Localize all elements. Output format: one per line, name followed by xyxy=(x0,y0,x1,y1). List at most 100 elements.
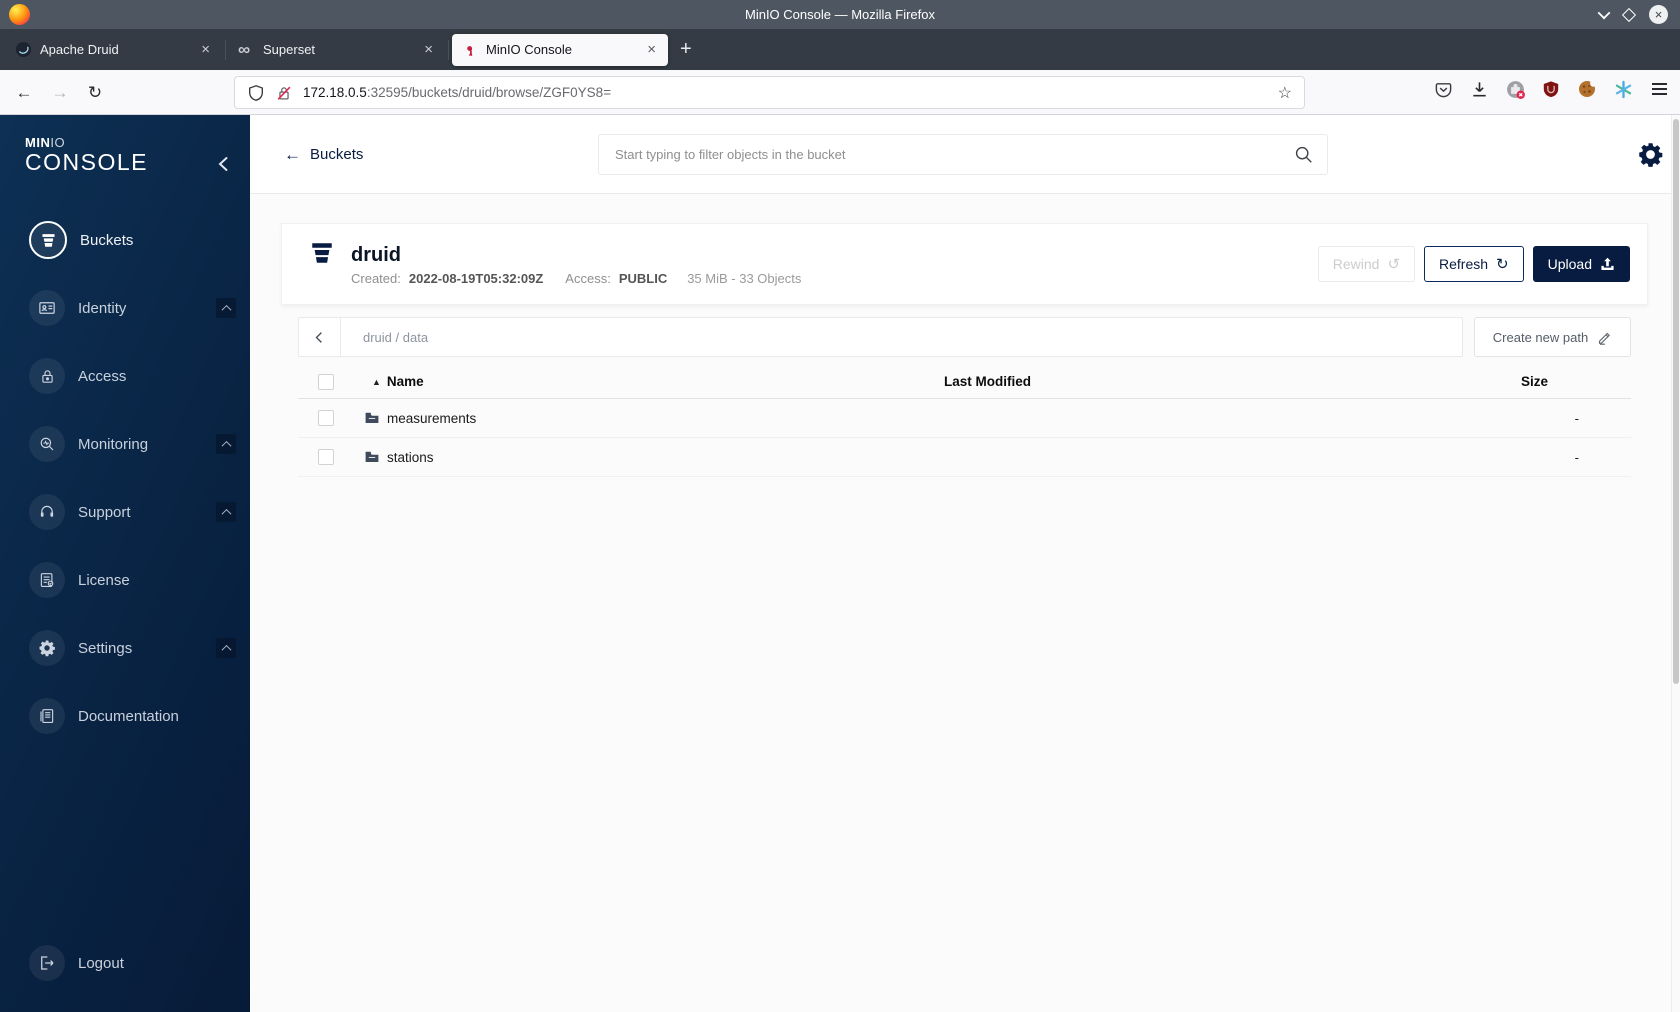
sidebar-item-label: Settings xyxy=(78,639,133,657)
tab-label: Superset xyxy=(263,42,316,57)
extension-icon[interactable] xyxy=(1504,78,1526,100)
bucket-stats: 35 MiB - 33 Objects xyxy=(687,271,802,286)
identity-icon xyxy=(29,290,65,326)
sidebar-item-monitoring[interactable]: Monitoring xyxy=(0,410,250,478)
settings-gear-icon xyxy=(29,630,65,666)
sidebar-nav: Buckets Identity Access Monitoring Suppo… xyxy=(0,206,250,750)
rewind-button[interactable]: Rewind ↺ xyxy=(1317,246,1416,282)
table-row[interactable]: measurements - xyxy=(298,399,1631,438)
back-to-buckets-link[interactable]: ← Buckets xyxy=(284,115,363,194)
insecure-lock-icon[interactable] xyxy=(275,84,293,102)
minio-flamingo-icon xyxy=(467,46,473,56)
tab-label: MinIO Console xyxy=(486,42,572,57)
create-new-path-button[interactable]: Create new path xyxy=(1474,317,1631,357)
reload-button[interactable]: ↻ xyxy=(81,79,109,107)
create-path-icon xyxy=(1599,332,1611,345)
sidebar-item-license[interactable]: License xyxy=(0,546,250,614)
sidebar-collapse-icon[interactable] xyxy=(216,155,230,173)
refresh-label: Refresh xyxy=(1439,256,1489,272)
refresh-button[interactable]: Refresh ↻ xyxy=(1424,246,1524,282)
window-minimize-icon[interactable] xyxy=(1597,6,1611,19)
scrollbar-thumb[interactable] xyxy=(1673,119,1679,684)
superset-icon: ∞ xyxy=(238,40,251,59)
object-name[interactable]: measurements xyxy=(387,411,476,426)
column-header-name[interactable]: Name xyxy=(387,374,424,389)
column-header-last-modified[interactable]: Last Modified xyxy=(944,374,1461,389)
select-all-checkbox[interactable] xyxy=(318,373,334,390)
window-maximize-icon[interactable] xyxy=(1621,7,1637,22)
url-bar[interactable]: 172.18.0.5:32595/buckets/druid/browse/ZG… xyxy=(234,76,1305,109)
chevron-up-icon[interactable] xyxy=(216,638,236,658)
object-name[interactable]: stations xyxy=(387,450,434,465)
chevron-up-icon[interactable] xyxy=(216,502,236,522)
back-button[interactable]: ← xyxy=(10,79,38,107)
sidebar-item-access[interactable]: Access xyxy=(0,342,250,410)
url-path: :32595/buckets/druid/browse/ZGF0YS8= xyxy=(366,85,612,100)
documentation-icon xyxy=(29,698,65,734)
sidebar-item-label: Access xyxy=(78,367,127,385)
table-row[interactable]: stations - xyxy=(298,438,1631,477)
upload-icon xyxy=(1601,257,1614,270)
objects-table: ▲ Name Last Modified Size measurements -… xyxy=(298,365,1631,477)
tracking-shield-icon[interactable] xyxy=(247,84,265,102)
sidebar-item-support[interactable]: Support xyxy=(0,478,250,546)
druid-icon xyxy=(15,41,32,58)
back-label: Buckets xyxy=(310,146,364,163)
asterisk-extension-icon[interactable] xyxy=(1612,78,1634,100)
main-content: ← Buckets druid Created: xyxy=(250,115,1680,1012)
sidebar-item-identity[interactable]: Identity xyxy=(0,274,250,342)
chevron-left-icon xyxy=(315,331,322,343)
upload-button[interactable]: Upload xyxy=(1532,246,1630,282)
pocket-icon[interactable] xyxy=(1432,78,1454,100)
breadcrumb-path[interactable]: druid / data xyxy=(341,330,428,345)
sidebar-item-label: Buckets xyxy=(80,231,134,249)
chevron-up-icon[interactable] xyxy=(216,434,236,454)
monitoring-icon xyxy=(29,426,65,462)
sidebar-item-buckets[interactable]: Buckets xyxy=(0,206,250,274)
forward-button[interactable]: → xyxy=(46,79,74,107)
tab-close-icon[interactable]: × xyxy=(198,41,213,58)
path-breadcrumb-box: druid / data xyxy=(298,317,1463,357)
object-size: - xyxy=(1574,449,1579,465)
tab-close-icon[interactable]: × xyxy=(644,41,659,58)
sidebar-item-settings[interactable]: Settings xyxy=(0,614,250,682)
url-host: 172.18.0.5 xyxy=(303,85,367,100)
sidebar-item-documentation[interactable]: Documentation xyxy=(0,682,250,750)
downloads-icon[interactable] xyxy=(1468,78,1490,100)
tab-minio-console[interactable]: MinIO Console × xyxy=(452,33,668,66)
chevron-up-icon[interactable] xyxy=(216,298,236,318)
path-back-button[interactable] xyxy=(299,318,341,356)
gear-icon[interactable] xyxy=(1637,141,1664,168)
sidebar-item-label: Identity xyxy=(78,299,127,317)
tab-apache-druid[interactable]: Apache Druid × xyxy=(6,34,222,66)
sidebar-item-label: Documentation xyxy=(78,707,179,725)
browser-toolbar: ← → ↻ 172.18.0.5:32595/buckets/druid/bro… xyxy=(0,70,1680,115)
tab-close-icon[interactable]: × xyxy=(421,41,436,58)
page-scrollbar[interactable] xyxy=(1671,115,1680,1012)
sidebar-item-logout[interactable]: Logout xyxy=(0,929,250,997)
search-input[interactable] xyxy=(613,146,1294,163)
bucket-icon xyxy=(29,221,67,259)
bucket-icon xyxy=(312,243,332,263)
row-checkbox[interactable] xyxy=(318,410,334,426)
minio-console-logo: MINIO CONSOLE xyxy=(25,136,148,175)
ublock-icon[interactable] xyxy=(1540,78,1562,100)
new-tab-button[interactable]: + xyxy=(668,38,704,61)
window-close-icon[interactable]: × xyxy=(1649,5,1668,24)
folder-icon xyxy=(365,412,379,423)
browser-window: MinIO Console — Mozilla Firefox × Apache… xyxy=(0,0,1680,1012)
row-checkbox[interactable] xyxy=(318,449,334,465)
menu-icon[interactable] xyxy=(1648,78,1670,100)
column-header-size[interactable]: Size xyxy=(1461,374,1631,389)
browse-bar: druid / data Create new path xyxy=(298,317,1631,357)
sidebar-item-label: Logout xyxy=(78,954,124,972)
bucket-name: druid xyxy=(351,244,401,266)
window-titlebar: MinIO Console — Mozilla Firefox × xyxy=(0,0,1680,29)
bookmark-star-icon[interactable]: ☆ xyxy=(1278,83,1292,103)
sort-asc-icon[interactable]: ▲ xyxy=(372,377,381,387)
search-icon xyxy=(1295,146,1312,163)
logo-io: IO xyxy=(50,135,66,150)
cookie-icon[interactable] xyxy=(1576,78,1598,100)
rewind-label: Rewind xyxy=(1332,256,1380,272)
tab-superset[interactable]: ∞ Superset × xyxy=(229,34,445,66)
